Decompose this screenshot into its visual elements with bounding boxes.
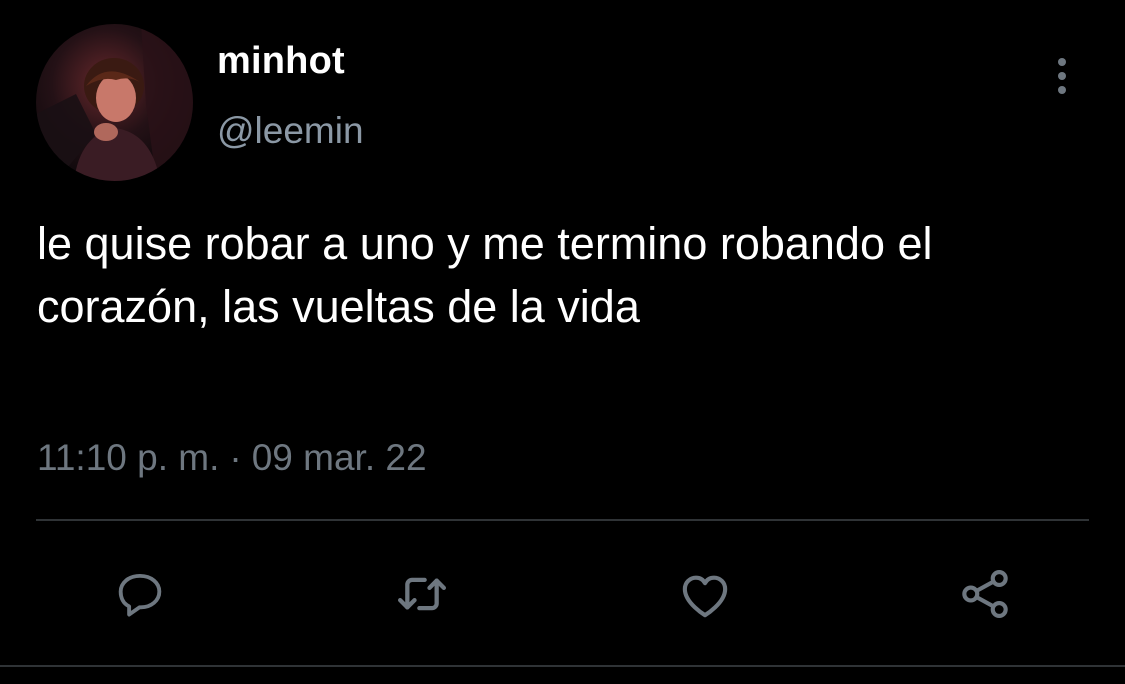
speech-bubble-icon [118,573,162,617]
more-dot-icon [1058,86,1066,94]
like-button[interactable] [673,562,737,626]
avatar-photo [36,24,193,181]
share-button[interactable] [953,562,1017,626]
retweet-icon [398,577,446,611]
reply-button[interactable] [108,562,172,626]
divider [36,519,1089,521]
user-handle[interactable]: @leemin [217,110,364,152]
display-name[interactable]: minhot [217,40,345,83]
tweet-date: 09 mar. 22 [251,437,427,478]
tweet-text: le quise robar a uno y me termino roband… [37,218,946,332]
tweet-card: minhot @leemin le quise robar a uno y me… [0,0,1125,684]
heart-icon [682,575,728,618]
tweet-timestamp[interactable]: 11:10 p. m. · 09 mar. 22 [37,437,427,479]
divider [0,665,1125,667]
retweet-button[interactable] [390,562,454,626]
tweet-time: 11:10 p. m. [37,437,220,478]
more-dot-icon [1058,72,1066,80]
share-icon [962,569,1008,619]
more-options-button[interactable] [1040,52,1084,100]
meta-separator: · [229,437,242,478]
avatar[interactable] [36,24,193,181]
more-dot-icon [1058,58,1066,66]
